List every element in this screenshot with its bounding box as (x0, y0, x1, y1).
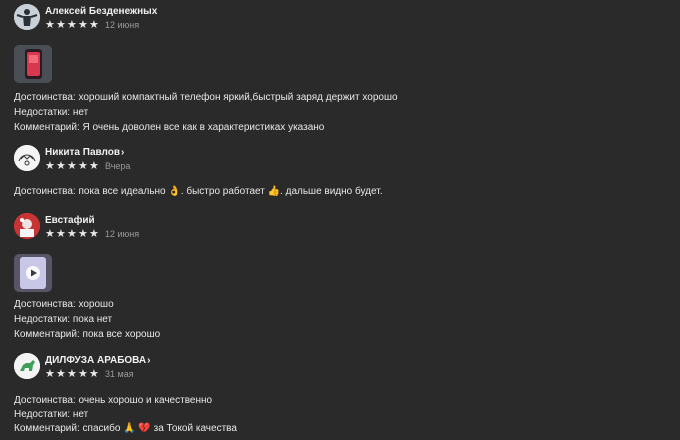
star-rating: ★ ★ ★ ★ ★ (45, 228, 100, 240)
author-avatar[interactable] (14, 4, 40, 30)
author-name-text: Алексей Безденежных (45, 5, 158, 17)
review-text-cons: Недостатки: нет (14, 409, 89, 420)
star-icon: ★ (67, 19, 77, 31)
author-avatar[interactable] (14, 353, 40, 379)
review-text-pros: Достоинства: очень хорошо и качественно (14, 395, 213, 406)
author-name[interactable]: Евстафий (45, 213, 139, 227)
review-header: ДИЛФУЗА АРАБОВА › ★ ★ ★ ★ ★ 31 мая (14, 353, 664, 381)
star-rating: ★ ★ ★ ★ ★ (45, 160, 100, 172)
star-icon: ★ (45, 368, 55, 380)
author-name[interactable]: Никита Павлов › (45, 145, 130, 159)
star-icon: ★ (89, 228, 99, 240)
author-name-text: Евстафий (45, 214, 95, 226)
review-video-thumbnail[interactable] (14, 254, 52, 292)
star-icon: ★ (89, 19, 99, 31)
star-icon: ★ (89, 368, 99, 380)
star-icon: ★ (56, 19, 66, 31)
author-avatar[interactable] (14, 145, 40, 171)
star-icon: ★ (78, 368, 88, 380)
review-text-cons: Недостатки: пока нет (14, 314, 113, 325)
rating-line: ★ ★ ★ ★ ★ Вчера (45, 159, 130, 173)
review-text-comment: Комментарий: Я очень доволен все как в х… (14, 122, 325, 133)
star-icon: ★ (78, 228, 88, 240)
author-name[interactable]: Алексей Безденежных (45, 4, 157, 18)
review-date: 31 мая (105, 368, 134, 379)
chevron-right-icon: › (147, 354, 151, 366)
star-icon: ★ (89, 160, 99, 172)
author-name-text: Никита Павлов (45, 146, 120, 158)
review-text-cons: Недостатки: нет (14, 107, 89, 118)
star-rating: ★ ★ ★ ★ ★ (45, 19, 100, 31)
star-icon: ★ (45, 160, 55, 172)
dinosaur-avatar-icon (14, 353, 40, 379)
review-item: Алексей Безденежных ★ ★ ★ ★ ★ 12 июня До… (14, 4, 664, 133)
review-header: Алексей Безденежных ★ ★ ★ ★ ★ 12 июня (14, 4, 664, 32)
review-text-pros: Достоинства: пока все идеально 👌. быстро… (14, 186, 383, 197)
chevron-right-icon: › (121, 146, 125, 158)
star-icon: ★ (45, 228, 55, 240)
review-text-pros: Достоинства: хорошо (14, 299, 114, 310)
rating-line: ★ ★ ★ ★ ★ 12 июня (45, 227, 139, 241)
star-icon: ★ (67, 368, 77, 380)
phone-photo-icon (14, 45, 52, 83)
rating-line: ★ ★ ★ ★ ★ 12 июня (45, 18, 157, 32)
star-icon: ★ (45, 19, 55, 31)
review-meta: Никита Павлов › ★ ★ ★ ★ ★ Вчера (45, 145, 130, 173)
star-icon: ★ (56, 368, 66, 380)
review-text-comment: Комментарий: спасибо 🙏 💔 за Токой качест… (14, 423, 237, 434)
star-icon: ★ (67, 228, 77, 240)
author-name[interactable]: ДИЛФУЗА АРАБОВА › (45, 353, 150, 367)
star-icon: ★ (78, 19, 88, 31)
star-icon: ★ (56, 160, 66, 172)
review-text-pros: Достоинства: хороший компактный телефон … (14, 92, 398, 103)
review-date: Вчера (105, 160, 131, 171)
star-icon: ★ (56, 228, 66, 240)
review-header: Никита Павлов › ★ ★ ★ ★ ★ Вчера (14, 145, 664, 173)
review-date: 12 июня (105, 228, 140, 239)
review-header: Евстафий ★ ★ ★ ★ ★ 12 июня (14, 213, 664, 241)
sketch-avatar-icon (14, 145, 40, 171)
review-item: Никита Павлов › ★ ★ ★ ★ ★ Вчера Достоинс… (14, 145, 664, 197)
review-photo[interactable] (14, 45, 52, 83)
person-silhouette-icon (14, 4, 40, 30)
review-meta: Евстафий ★ ★ ★ ★ ★ 12 июня (45, 213, 139, 241)
review-meta: Алексей Безденежных ★ ★ ★ ★ ★ 12 июня (45, 4, 157, 32)
author-name-text: ДИЛФУЗА АРАБОВА (45, 354, 147, 366)
star-rating: ★ ★ ★ ★ ★ (45, 368, 100, 380)
rating-line: ★ ★ ★ ★ ★ 31 мая (45, 367, 150, 381)
review-item: ДИЛФУЗА АРАБОВА › ★ ★ ★ ★ ★ 31 мая Досто… (14, 353, 664, 434)
review-date: 12 июня (105, 19, 140, 30)
review-text-comment: Комментарий: пока все хорошо (14, 329, 161, 340)
red-avatar-icon (14, 213, 40, 239)
author-avatar[interactable] (14, 213, 40, 239)
star-icon: ★ (78, 160, 88, 172)
review-item: Евстафий ★ ★ ★ ★ ★ 12 июня Достоинства: … (14, 213, 664, 340)
star-icon: ★ (67, 160, 77, 172)
review-meta: ДИЛФУЗА АРАБОВА › ★ ★ ★ ★ ★ 31 мая (45, 353, 150, 381)
video-thumbnail-icon (14, 254, 52, 292)
